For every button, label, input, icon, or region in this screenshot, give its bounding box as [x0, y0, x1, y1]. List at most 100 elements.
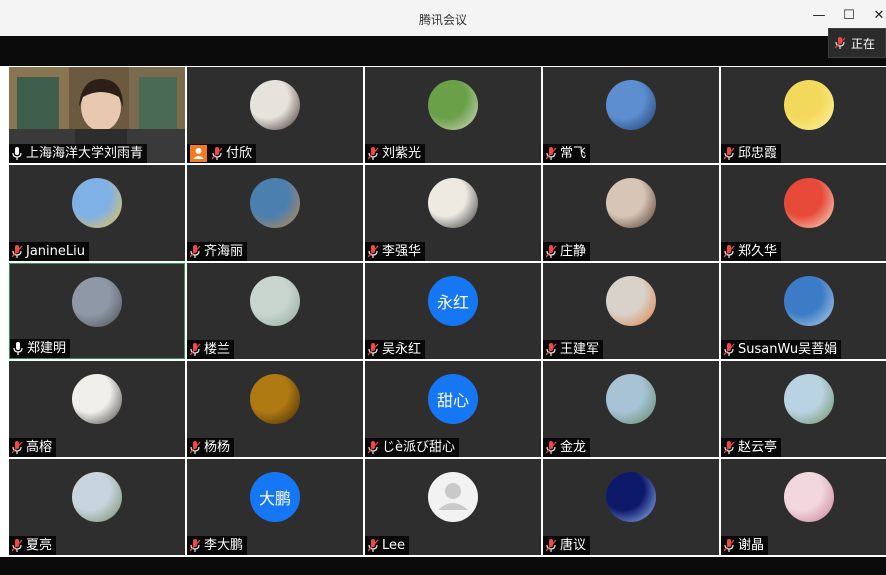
- participant-tile[interactable]: 王建军: [543, 263, 719, 359]
- mic-muted-icon: [12, 538, 24, 553]
- mic-muted-icon: [546, 342, 558, 357]
- participant-name: 郑久华: [738, 244, 778, 259]
- participant-tile[interactable]: 郑建明: [9, 263, 185, 359]
- participant-tile[interactable]: 金龙: [543, 361, 719, 457]
- participant-tile[interactable]: JanineLiu: [9, 165, 185, 261]
- default-avatar-icon: [428, 472, 478, 522]
- avatar-photo: [784, 472, 834, 522]
- avatar-photo: [72, 277, 122, 327]
- participant-name-bar: 刘紫光: [365, 144, 426, 163]
- participant-name: 谢晶: [738, 538, 765, 553]
- participant-tile[interactable]: 庄静: [543, 165, 719, 261]
- mic-muted-icon: [724, 440, 736, 455]
- mic-muted-icon: [834, 37, 846, 49]
- participant-tile[interactable]: 付欣: [187, 67, 363, 163]
- participant-name: 夏亮: [26, 538, 53, 553]
- participant-name-bar: JanineLiu: [9, 242, 89, 261]
- mic-muted-icon: [190, 244, 202, 259]
- participant-name: 吴永红: [382, 342, 422, 357]
- avatar-photo: [250, 80, 300, 130]
- participant-name: 王建军: [560, 342, 600, 357]
- mic-muted-icon: [724, 244, 736, 259]
- participant-name: 李强华: [382, 244, 422, 259]
- participant-tile[interactable]: 楼兰: [187, 263, 363, 359]
- participant-tile[interactable]: SusanWu吴菩娟: [721, 263, 886, 359]
- participant-name: 赵云亭: [738, 440, 778, 455]
- participant-tile[interactable]: 谢晶: [721, 459, 886, 555]
- avatar-photo: [250, 276, 300, 326]
- minimize-icon[interactable]: —: [812, 8, 826, 23]
- participant-tile[interactable]: 常飞: [543, 67, 719, 163]
- mic-on-icon: [12, 146, 24, 161]
- participant-tile[interactable]: 邱忠霞: [721, 67, 886, 163]
- participant-name: 邱忠霞: [738, 146, 778, 161]
- participant-tile[interactable]: 上海海洋大学刘雨青: [9, 67, 185, 163]
- mic-muted-icon: [368, 538, 380, 553]
- mic-muted-icon: [724, 146, 736, 161]
- mic-muted-icon: [212, 146, 224, 161]
- toast-text: 正在: [851, 36, 876, 51]
- host-person-icon: [190, 145, 207, 162]
- participant-tile[interactable]: 高榕: [9, 361, 185, 457]
- mic-muted-icon: [190, 342, 202, 357]
- participant-tile[interactable]: 齐海丽: [187, 165, 363, 261]
- participant-name-bar: 常飞: [543, 144, 591, 163]
- close-icon[interactable]: ✕: [872, 8, 886, 23]
- participant-name-bar: 唐议: [543, 536, 591, 555]
- participant-name-bar: 杨杨: [187, 438, 235, 457]
- avatar-photo: [784, 80, 834, 130]
- participant-name-bar: 付欣: [187, 144, 257, 163]
- participant-name: 杨杨: [204, 440, 231, 455]
- participant-name-bar: 谢晶: [721, 536, 769, 555]
- participant-tile[interactable]: Lee: [365, 459, 541, 555]
- participant-name-bar: 邱忠霞: [721, 144, 782, 163]
- participant-name-bar: じè派び甜心: [365, 438, 459, 457]
- participant-name-bar: 楼兰: [187, 340, 235, 359]
- participant-name: じè派び甜心: [382, 440, 455, 455]
- participant-name: 齐海丽: [204, 244, 244, 259]
- meeting-top-bar: [0, 36, 886, 66]
- participant-name-bar: 庄静: [543, 242, 591, 261]
- participant-tile[interactable]: 唐议: [543, 459, 719, 555]
- avatar-photo: [784, 178, 834, 228]
- participant-name-bar: 王建军: [543, 340, 604, 359]
- participant-grid: 上海海洋大学刘雨青 付欣 刘紫光 常飞 邱忠霞 JanineLiu 齐海丽 李强华 庄静 郑久华郑…: [9, 67, 886, 557]
- participant-tile[interactable]: 刘紫光: [365, 67, 541, 163]
- mic-muted-icon: [368, 244, 380, 259]
- maximize-icon[interactable]: ☐: [842, 8, 856, 23]
- avatar-photo: [72, 178, 122, 228]
- mic-muted-icon: [546, 244, 558, 259]
- participant-tile[interactable]: 夏亮: [9, 459, 185, 555]
- participant-name-bar: 李强华: [365, 242, 426, 261]
- participant-tile[interactable]: 李强华: [365, 165, 541, 261]
- participant-name: 常飞: [560, 146, 587, 161]
- participant-name-bar: SusanWu吴菩娟: [721, 340, 842, 359]
- mic-muted-icon: [368, 342, 380, 357]
- participant-tile[interactable]: 永红吴永红: [365, 263, 541, 359]
- participant-name-bar: 吴永红: [365, 340, 426, 359]
- participant-name: 郑建明: [27, 341, 67, 356]
- participant-tile[interactable]: 大鹏 李大鹏: [187, 459, 363, 555]
- avatar-initials: 大鹏: [250, 472, 300, 522]
- participant-name: JanineLiu: [26, 244, 85, 259]
- avatar-photo: [606, 80, 656, 130]
- window-title: 腾讯会议: [418, 13, 467, 27]
- participant-name-bar: 郑久华: [721, 242, 782, 261]
- participant-tile[interactable]: 郑久华: [721, 165, 886, 261]
- participant-tile[interactable]: 赵云亭: [721, 361, 886, 457]
- participant-name: 付欣: [226, 146, 253, 161]
- avatar-photo: [250, 374, 300, 424]
- avatar-initials: 甜心: [428, 374, 478, 424]
- participant-name: 庄静: [560, 244, 587, 259]
- participant-name-bar: 李大鹏: [187, 536, 248, 555]
- participant-name: Lee: [382, 538, 406, 553]
- participant-tile[interactable]: 杨杨: [187, 361, 363, 457]
- participant-name: 唐议: [560, 538, 587, 553]
- avatar-initials: 永红: [428, 276, 478, 326]
- participant-name-bar: 上海海洋大学刘雨青: [9, 144, 148, 163]
- avatar-photo: [72, 472, 122, 522]
- participant-name-bar: 金龙: [543, 438, 591, 457]
- mic-muted-icon: [546, 146, 558, 161]
- mic-muted-icon: [190, 440, 202, 455]
- participant-tile[interactable]: 甜心じè派び甜心: [365, 361, 541, 457]
